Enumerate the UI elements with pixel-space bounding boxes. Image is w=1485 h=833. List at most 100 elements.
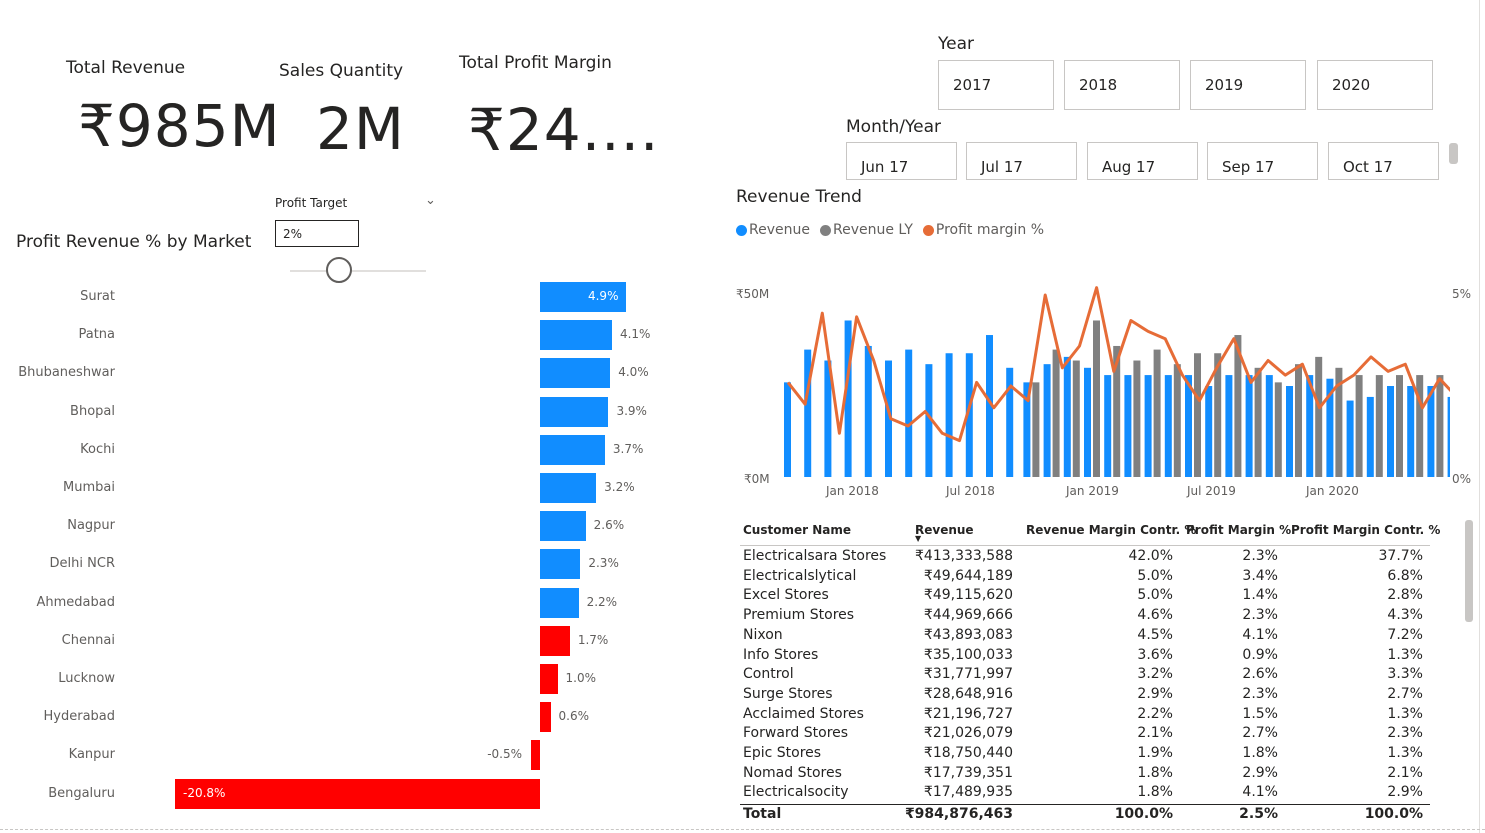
revenue-bar[interactable] — [1286, 386, 1293, 477]
revenue-ly-bar[interactable] — [1133, 360, 1141, 477]
revenue-ly-bar[interactable] — [1173, 364, 1181, 477]
revenue-ly-bar[interactable] — [1194, 353, 1201, 477]
legend-item-revenue-ly[interactable]: Revenue LY — [819, 222, 913, 238]
legend-dot-icon — [922, 224, 934, 236]
market-bar[interactable] — [540, 320, 612, 351]
col-header-profit-margin[interactable]: Profit Margin % — [1186, 523, 1291, 537]
market-bar[interactable] — [540, 587, 579, 618]
year-option-2017[interactable]: 2017 — [938, 60, 1054, 110]
profit-margin-contr-cell: 4.3% — [1387, 607, 1423, 624]
month-slicer-scrollbar[interactable] — [1449, 143, 1458, 164]
market-category-label: Patna — [78, 327, 115, 343]
revenue-bar[interactable] — [1265, 375, 1273, 477]
revenue-ly-bar[interactable] — [1436, 375, 1444, 477]
table-row[interactable]: Nomad Stores ₹17,739,351 1.8% 2.9% 2.1% — [743, 765, 1423, 785]
customer-name-cell: Epic Stores — [743, 745, 822, 761]
revenue-ly-bar[interactable] — [1032, 382, 1040, 477]
table-row[interactable]: Acclaimed Stores ₹21,196,727 2.2% 1.5% 1.3% — [743, 706, 1423, 726]
profit-margin-cell: 2.3% — [1242, 548, 1278, 564]
market-bar[interactable] — [540, 473, 597, 503]
revenue-ly-bar[interactable] — [1093, 320, 1100, 477]
table-row[interactable]: Info Stores ₹35,100,033 3.6% 0.9% 1.3% — [743, 647, 1423, 667]
profit-target-slider-track[interactable] — [290, 270, 426, 272]
legend-item-profit-margin[interactable]: Profit margin % — [922, 222, 1044, 238]
month-option-oct-17[interactable]: Oct 17 — [1328, 142, 1439, 180]
revenue-ly-bar[interactable] — [1295, 364, 1302, 477]
revenue-ly-bar[interactable] — [1052, 349, 1060, 477]
revenue-ly-bar[interactable] — [1315, 356, 1323, 477]
market-category-label: Chennai — [61, 632, 115, 648]
col-header-profit-margin-contr[interactable]: Profit Margin Contr. % — [1291, 523, 1440, 537]
table-row[interactable]: Premium Stores ₹44,969,666 4.6% 2.3% 4.3% — [743, 607, 1423, 627]
table-scrollbar[interactable] — [1465, 520, 1473, 622]
revenue-bar[interactable] — [1205, 386, 1213, 477]
revenue-ly-bar[interactable] — [1072, 360, 1080, 477]
table-row[interactable]: Excel Stores ₹49,115,620 5.0% 1.4% 2.8% — [743, 587, 1423, 607]
market-bar[interactable] — [540, 396, 609, 427]
table-row[interactable]: Electricalslytical ₹49,644,189 5.0% 3.4% 6.8… — [743, 568, 1423, 588]
revenue-margin-contr-cell: 42.0% — [1128, 548, 1173, 564]
table-row[interactable]: Forward Stores ₹21,026,079 2.1% 2.7% 2.3% — [743, 725, 1423, 745]
month-option-jul-17[interactable]: Jul 17 — [966, 142, 1077, 180]
month-option-jun-17[interactable]: Jun 17 — [846, 142, 957, 180]
revenue-bar[interactable] — [1245, 375, 1253, 477]
table-row[interactable]: Nixon ₹43,893,083 4.5% 4.1% 7.2% — [743, 627, 1423, 647]
revenue-ly-bar[interactable] — [1416, 375, 1424, 477]
revenue-ly-bar[interactable] — [1153, 349, 1161, 477]
revenue-bar[interactable] — [1124, 375, 1132, 477]
revenue-ly-bar[interactable] — [1396, 375, 1403, 477]
month-option-aug-17[interactable]: Aug 17 — [1087, 142, 1198, 180]
revenue-bar[interactable] — [1104, 375, 1112, 477]
month-option-sep-17[interactable]: Sep 17 — [1207, 142, 1318, 180]
sort-desc-icon[interactable]: ▼ — [915, 534, 921, 543]
market-bar[interactable] — [540, 434, 605, 465]
profit-margin-contr-cell: 2.7% — [1387, 685, 1423, 702]
col-header-revenue[interactable]: Revenue — [915, 523, 974, 537]
table-row[interactable]: Control ₹31,771,997 3.2% 2.6% 3.3% — [743, 666, 1423, 686]
table-row[interactable]: Electricalsara Stores ₹413,333,588 42.0% 2.… — [743, 548, 1423, 568]
market-bar[interactable] — [175, 778, 540, 809]
revenue-bar[interactable] — [1006, 367, 1014, 477]
market-bar[interactable] — [531, 740, 540, 771]
revenue-bar[interactable] — [905, 349, 913, 477]
table-row[interactable]: Surge Stores ₹28,648,916 2.9% 2.3% 2.7% — [743, 686, 1423, 706]
revenue-bar[interactable] — [1144, 375, 1152, 477]
col-header-revenue-margin-contr[interactable]: Revenue Margin Contr. % — [1026, 523, 1196, 537]
profit-target-input[interactable]: 2% — [275, 220, 359, 247]
table-row[interactable]: Electricalsocity ₹17,489,935 1.8% 4.1% 2.9% — [743, 784, 1423, 804]
year-option-2019[interactable]: 2019 — [1190, 60, 1306, 110]
revenue-trend-chart — [784, 286, 1450, 477]
revenue-bar[interactable] — [1084, 367, 1091, 477]
revenue-bar[interactable] — [804, 349, 812, 477]
revenue-ly-bar[interactable] — [1375, 375, 1383, 477]
revenue-margin-contr-cell: 2.1% — [1137, 725, 1173, 742]
market-bar[interactable] — [540, 702, 551, 733]
year-option-2020[interactable]: 2020 — [1317, 60, 1433, 110]
revenue-bar[interactable] — [1225, 375, 1233, 477]
revenue-bar[interactable] — [1346, 400, 1354, 477]
revenue-bar[interactable] — [1164, 375, 1172, 477]
market-bar[interactable] — [540, 664, 558, 694]
revenue-ly-bar[interactable] — [1254, 367, 1262, 477]
market-bar[interactable] — [540, 511, 586, 542]
revenue-bar[interactable] — [1043, 364, 1051, 477]
chevron-down-icon[interactable]: ⌄ — [425, 193, 436, 208]
profit-margin-cell: 4.1% — [1242, 784, 1278, 801]
year-option-2018[interactable]: 2018 — [1064, 60, 1180, 110]
table-row[interactable]: Epic Stores ₹18,750,440 1.9% 1.8% 1.3% — [743, 745, 1423, 765]
market-bar[interactable] — [540, 549, 581, 580]
revenue-bar[interactable] — [945, 353, 953, 477]
revenue-bar[interactable] — [1407, 386, 1415, 477]
revenue-bar[interactable] — [784, 382, 791, 477]
revenue-bar[interactable] — [1366, 396, 1374, 477]
revenue-bar[interactable] — [1063, 356, 1071, 477]
market-bar[interactable] — [540, 358, 611, 389]
revenue-ly-bar[interactable] — [1274, 382, 1282, 477]
revenue-ly-bar[interactable] — [1355, 375, 1363, 477]
market-bar[interactable] — [540, 625, 570, 656]
revenue-bar[interactable] — [864, 345, 872, 477]
legend-item-revenue[interactable]: Revenue — [736, 222, 810, 238]
col-header-customer-name[interactable]: Customer Name — [743, 523, 851, 537]
revenue-bar[interactable] — [1387, 386, 1394, 477]
revenue-bar[interactable] — [1447, 396, 1450, 477]
